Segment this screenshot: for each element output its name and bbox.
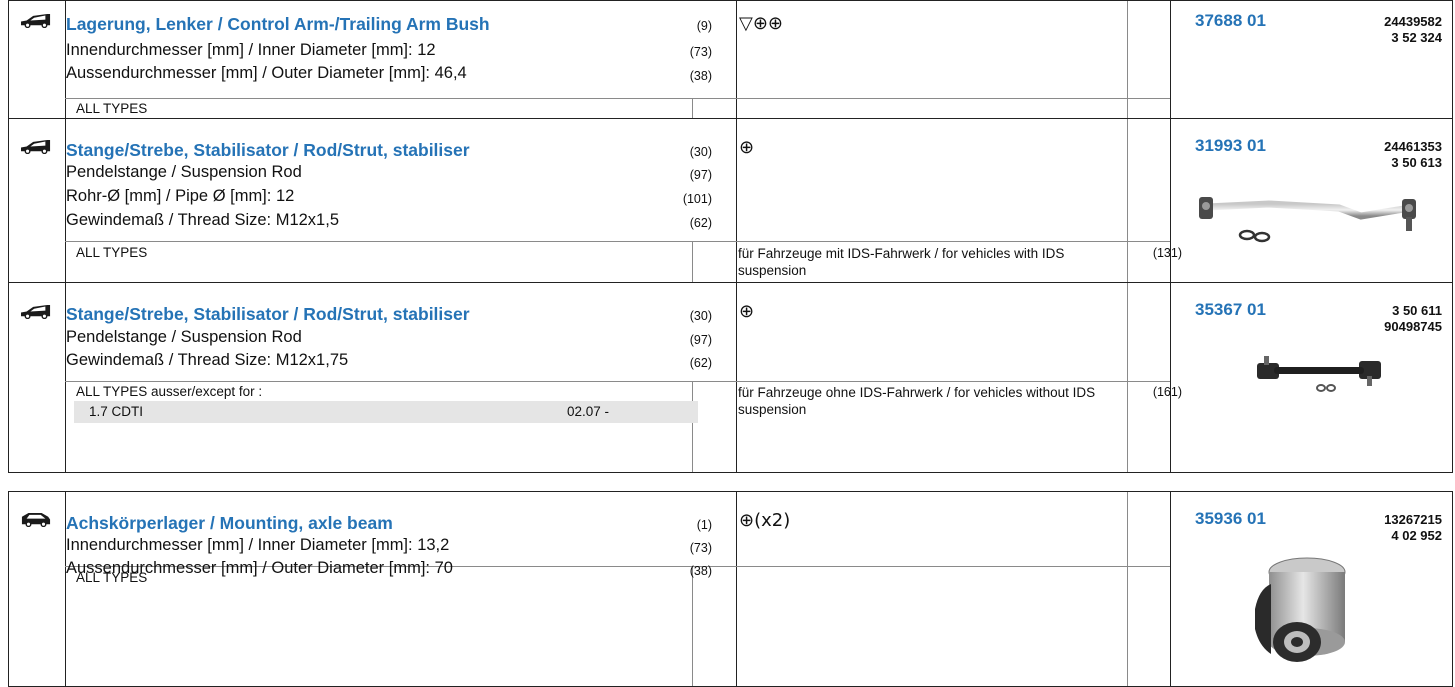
mounting-symbols: ⊕(x2) xyxy=(739,510,790,531)
part-row-3: Stange/Strebe, Stabilisator / Rod/Strut,… xyxy=(8,282,1453,473)
title-ref: (1) xyxy=(696,518,712,532)
spec-line: Aussendurchmesser [mm] / Outer Diameter … xyxy=(66,64,467,82)
spec-ref: (101) xyxy=(682,192,712,206)
oe-number: 4 02 952 xyxy=(1391,528,1442,543)
part-number[interactable]: 37688 01 xyxy=(1195,11,1266,31)
part-title[interactable]: Lagerung, Lenker / Control Arm-/Trailing… xyxy=(66,14,490,35)
exception-date: 02.07 - xyxy=(567,404,610,419)
spec-ref: (97) xyxy=(689,333,712,347)
oe-number: 13267215 xyxy=(1384,512,1442,527)
oe-number: 3 50 613 xyxy=(1391,155,1442,170)
oe-number: 24439582 xyxy=(1384,14,1442,29)
title-ref: (30) xyxy=(689,145,712,159)
spec-line: Gewindemaß / Thread Size: M12x1,75 xyxy=(66,351,349,369)
fitment-note: für Fahrzeuge mit IDS-Fahrwerk / for veh… xyxy=(738,246,1065,278)
mounting-symbols-icon: ⊕(x2) xyxy=(739,510,790,531)
part-row-4: Achskörperlager / Mounting, axle beam (1… xyxy=(8,491,1453,687)
oe-number: 3 52 324 xyxy=(1391,30,1442,45)
types-label: ALL TYPES xyxy=(76,570,148,585)
oe-numbers: 24439582 3 52 324 xyxy=(1384,14,1442,46)
part-number[interactable]: 31993 01 xyxy=(1195,136,1266,156)
exception-row: 1.7 CDTI 02.07 - xyxy=(74,401,698,423)
spec-ref: (62) xyxy=(689,216,712,230)
spec-line: Gewindemaß / Thread Size: M12x1,5 xyxy=(66,211,339,229)
part-title[interactable]: Stange/Strebe, Stabilisator / Rod/Strut,… xyxy=(66,304,470,325)
note-ref: (131) xyxy=(1152,246,1182,260)
part-title[interactable]: Stange/Strebe, Stabilisator / Rod/Strut,… xyxy=(66,140,470,161)
car-front-icon xyxy=(19,139,53,154)
car-front-icon xyxy=(19,13,53,28)
title-ref: (9) xyxy=(696,19,712,33)
spec-ref: (38) xyxy=(689,69,712,83)
note-ref: (161) xyxy=(1152,385,1182,399)
mounting-symbols: ⊕ xyxy=(739,137,754,158)
mounting-symbols: ▽⊕⊕ xyxy=(739,13,783,34)
types-label: ALL TYPES xyxy=(76,101,148,116)
oe-number: 3 50 611 xyxy=(1392,303,1442,318)
spec-ref: (73) xyxy=(689,541,712,555)
spec-ref: (97) xyxy=(689,168,712,182)
spec-ref: (62) xyxy=(689,356,712,370)
mounting-symbols-icon: ⊕ xyxy=(739,301,754,322)
spec-line: Innendurchmesser [mm] / Inner Diameter [… xyxy=(66,41,436,59)
stabiliser-rod-image xyxy=(1199,197,1416,243)
types-label: ALL TYPES ausser/except for : xyxy=(76,384,263,399)
oe-numbers: 24461353 3 50 613 xyxy=(1384,139,1442,171)
part-title[interactable]: Achskörperlager / Mounting, axle beam xyxy=(66,513,393,534)
spec-line: Pendelstange / Suspension Rod xyxy=(66,328,302,346)
oe-numbers: 3 50 611 90498745 xyxy=(1384,303,1442,335)
spec-line: Innendurchmesser [mm] / Inner Diameter [… xyxy=(66,536,450,554)
axle-bush-image xyxy=(1255,557,1346,662)
fitment-note: für Fahrzeuge ohne IDS-Fahrwerk / for ve… xyxy=(738,385,1096,417)
stabiliser-rod-image xyxy=(1257,356,1381,392)
spec-ref: (38) xyxy=(689,564,712,578)
exception-engine: 1.7 CDTI xyxy=(89,404,144,419)
part-number[interactable]: 35367 01 xyxy=(1195,300,1266,320)
part-row-2: Stange/Strebe, Stabilisator / Rod/Strut,… xyxy=(8,118,1453,283)
part-number[interactable]: 35936 01 xyxy=(1195,509,1266,529)
part-row-1: Lagerung, Lenker / Control Arm-/Trailing… xyxy=(8,0,1453,119)
spec-line: Rohr-Ø [mm] / Pipe Ø [mm]: 12 xyxy=(66,187,295,205)
mounting-symbols-icon: ▽⊕⊕ xyxy=(739,13,783,34)
oe-number: 24461353 xyxy=(1384,139,1442,154)
types-label: ALL TYPES xyxy=(76,245,148,260)
spec-ref: (73) xyxy=(689,45,712,59)
spec-line: Pendelstange / Suspension Rod xyxy=(66,163,302,181)
oe-numbers: 13267215 4 02 952 xyxy=(1384,512,1442,544)
car-front-icon xyxy=(19,304,53,319)
title-ref: (30) xyxy=(689,309,712,323)
car-rear-icon xyxy=(19,512,53,527)
oe-number: 90498745 xyxy=(1384,319,1442,334)
mounting-symbols: ⊕ xyxy=(739,301,754,322)
mounting-symbols-icon: ⊕ xyxy=(739,137,754,158)
